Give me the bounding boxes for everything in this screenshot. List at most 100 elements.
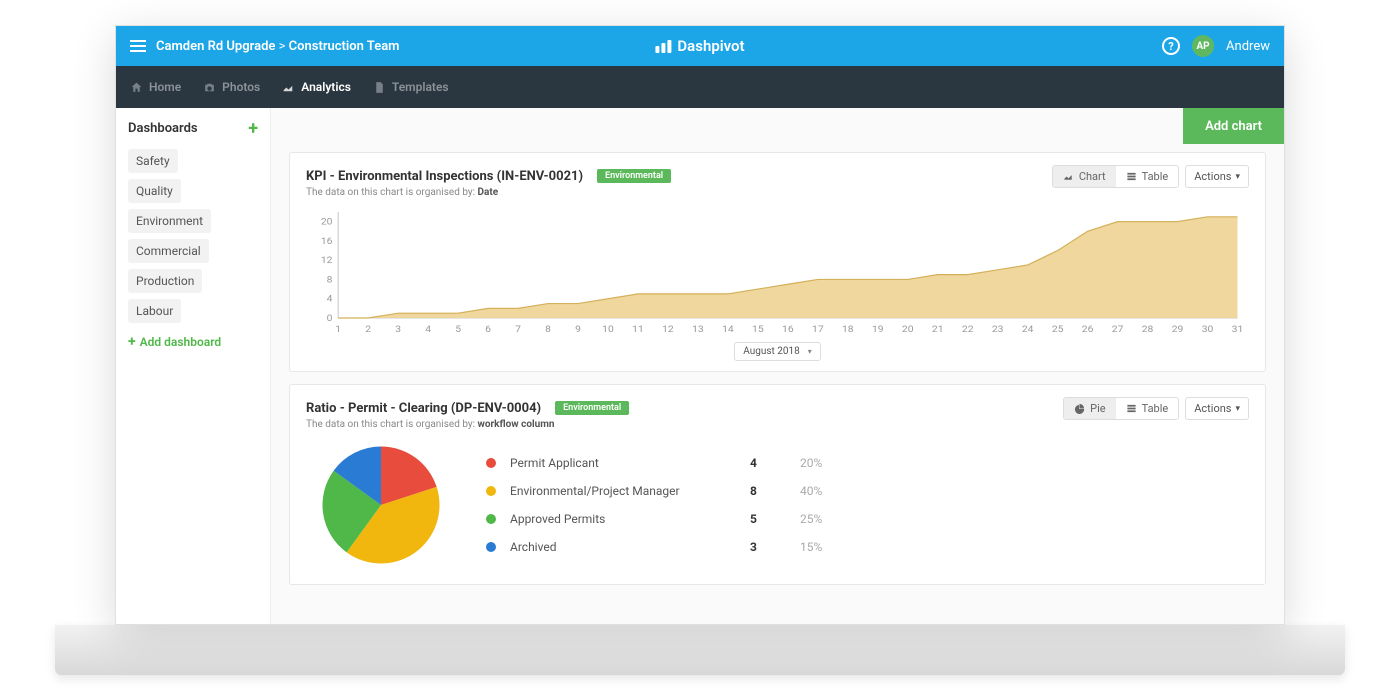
legend-dot <box>486 486 496 496</box>
sidebar-item-quality[interactable]: Quality <box>128 179 181 203</box>
svg-text:8: 8 <box>545 325 551 335</box>
svg-text:16: 16 <box>321 236 333 246</box>
nav-templates[interactable]: Templates <box>373 80 449 94</box>
kpi-subtext: The data on this chart is organised by: … <box>306 187 1052 198</box>
brand-logo: Dashpivot <box>655 37 744 55</box>
svg-text:10: 10 <box>602 325 614 335</box>
svg-text:19: 19 <box>872 325 884 335</box>
svg-text:18: 18 <box>842 325 854 335</box>
pie-legend: Permit Applicant420%Environmental/Projec… <box>486 456 850 554</box>
sidebar-title: Dashboards <box>128 121 198 136</box>
kpi-actions-dropdown[interactable]: Actions <box>1185 165 1249 188</box>
ratio-table-toggle[interactable]: Table <box>1116 398 1179 419</box>
add-dashboard-plus-icon[interactable]: + <box>248 118 258 139</box>
sidebar-item-safety[interactable]: Safety <box>128 149 178 173</box>
ratio-subtext: The data on this chart is organised by: … <box>306 419 1063 430</box>
legend-label: Approved Permits <box>510 512 740 526</box>
svg-text:27: 27 <box>1112 325 1124 335</box>
nav-home-label: Home <box>149 80 181 94</box>
ratio-badge: Environmental <box>555 401 629 415</box>
nav-photos-label: Photos <box>222 80 260 94</box>
add-chart-button[interactable]: Add chart <box>1183 108 1284 144</box>
avatar[interactable]: AP <box>1192 35 1214 57</box>
legend-count: 8 <box>750 484 790 498</box>
file-icon <box>373 81 386 94</box>
svg-text:16: 16 <box>782 325 794 335</box>
svg-text:15: 15 <box>752 325 764 335</box>
main-nav: Home Photos Analytics Templates <box>116 66 1284 108</box>
add-dashboard-button[interactable]: Add dashboard <box>128 329 258 355</box>
svg-text:4: 4 <box>425 325 431 335</box>
monitor-stand <box>55 625 1345 675</box>
legend-percent: 40% <box>800 484 850 498</box>
menu-icon[interactable] <box>130 37 146 55</box>
svg-text:23: 23 <box>992 325 1004 335</box>
ratio-pie-toggle[interactable]: Pie <box>1064 398 1115 419</box>
ratio-pie-chart <box>316 440 446 570</box>
content-topbar: Add chart <box>271 108 1284 144</box>
analytics-icon <box>282 81 295 94</box>
legend-label: Environmental/Project Manager <box>510 484 740 498</box>
svg-text:30: 30 <box>1202 325 1214 335</box>
svg-text:3: 3 <box>395 325 401 335</box>
kpi-card: KPI - Environmental Inspections (IN-ENV-… <box>289 152 1266 372</box>
user-name[interactable]: Andrew <box>1226 39 1270 54</box>
kpi-chart-toggle[interactable]: Chart <box>1053 166 1116 187</box>
nav-analytics[interactable]: Analytics <box>282 80 351 94</box>
legend-dot <box>486 542 496 552</box>
sidebar-item-labour[interactable]: Labour <box>128 299 181 323</box>
month-selector[interactable]: August 2018 <box>734 342 821 361</box>
breadcrumb-project: Camden Rd Upgrade <box>156 39 275 54</box>
svg-text:21: 21 <box>932 325 944 335</box>
sidebar-item-commercial[interactable]: Commercial <box>128 239 209 263</box>
home-icon <box>130 81 143 94</box>
legend-percent: 15% <box>800 540 850 554</box>
svg-text:2: 2 <box>365 325 371 335</box>
breadcrumb[interactable]: Camden Rd Upgrade > Construction Team <box>156 39 399 54</box>
svg-text:17: 17 <box>812 325 824 335</box>
svg-text:5: 5 <box>455 325 461 335</box>
sidebar-item-production[interactable]: Production <box>128 269 202 293</box>
legend-dot <box>486 458 496 468</box>
svg-text:24: 24 <box>1022 325 1034 335</box>
nav-templates-label: Templates <box>392 80 449 94</box>
svg-text:14: 14 <box>722 325 734 335</box>
svg-text:7: 7 <box>515 325 521 335</box>
sidebar-item-environment[interactable]: Environment <box>128 209 211 233</box>
legend-count: 3 <box>750 540 790 554</box>
svg-text:13: 13 <box>692 325 704 335</box>
ratio-card: Ratio - Permit - Clearing (DP-ENV-0004) … <box>289 384 1266 585</box>
kpi-table-toggle[interactable]: Table <box>1116 166 1179 187</box>
svg-text:9: 9 <box>575 325 581 335</box>
table-icon <box>1126 171 1137 182</box>
app-header: Camden Rd Upgrade > Construction Team Da… <box>116 26 1284 66</box>
svg-text:6: 6 <box>485 325 491 335</box>
nav-analytics-label: Analytics <box>301 80 351 94</box>
kpi-area-chart: 0481216201234567891011121314151617181920… <box>306 206 1249 361</box>
ratio-actions-dropdown[interactable]: Actions <box>1185 397 1249 420</box>
dashboards-sidebar: Dashboards + Safety Quality Environment Com… <box>116 108 271 624</box>
nav-home[interactable]: Home <box>130 80 181 94</box>
brand-icon <box>655 40 671 53</box>
add-dashboard-label: Add dashboard <box>140 335 222 349</box>
table-icon <box>1126 403 1137 414</box>
area-chart-icon <box>1063 171 1074 182</box>
nav-photos[interactable]: Photos <box>203 80 260 94</box>
legend-dot <box>486 514 496 524</box>
legend-count: 4 <box>750 456 790 470</box>
svg-text:20: 20 <box>321 217 333 227</box>
brand-name: Dashpivot <box>677 37 744 55</box>
help-icon[interactable]: ? <box>1162 37 1180 55</box>
svg-text:31: 31 <box>1232 325 1244 335</box>
legend-percent: 25% <box>800 512 850 526</box>
kpi-title: KPI - Environmental Inspections (IN-ENV-… <box>306 169 583 184</box>
legend-count: 5 <box>750 512 790 526</box>
legend-label: Permit Applicant <box>510 456 740 470</box>
svg-text:26: 26 <box>1082 325 1094 335</box>
svg-text:29: 29 <box>1172 325 1184 335</box>
svg-text:20: 20 <box>902 325 914 335</box>
svg-text:1: 1 <box>335 325 341 335</box>
ratio-view-toggle: Pie Table <box>1063 397 1179 420</box>
breadcrumb-separator: > <box>279 39 289 54</box>
svg-text:12: 12 <box>321 256 333 266</box>
